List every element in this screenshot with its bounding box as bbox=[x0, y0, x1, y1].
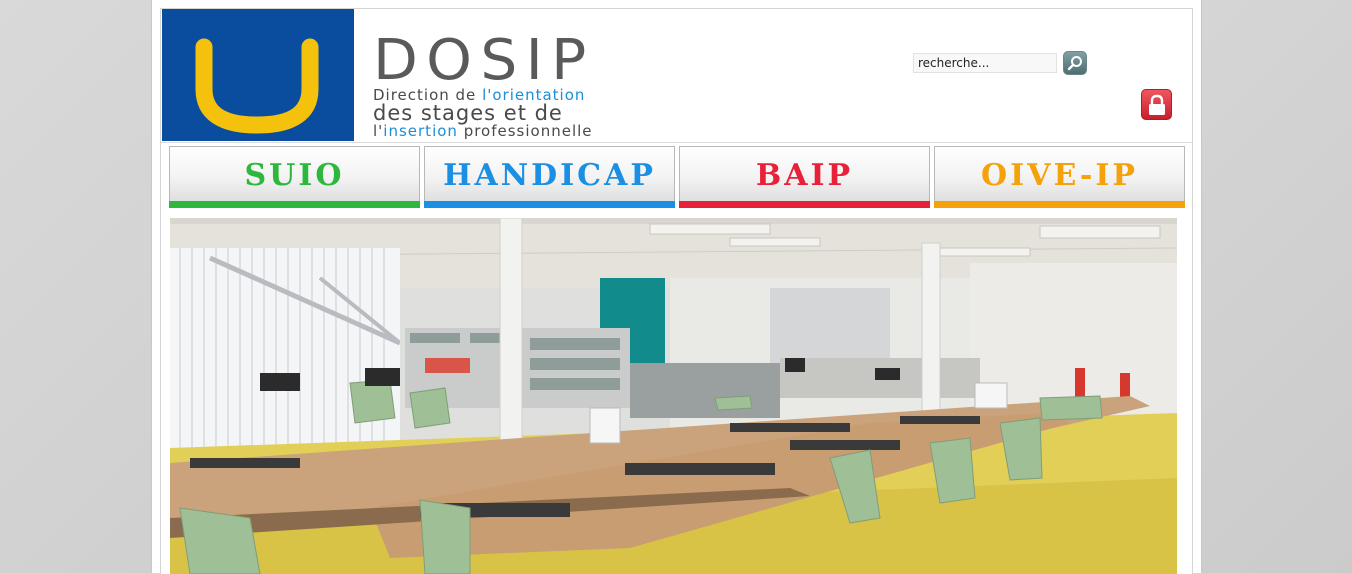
brand-line-3-suffix: professionnelle bbox=[457, 122, 593, 140]
lock-icon bbox=[1149, 94, 1165, 115]
brand-line-3-accent: insertion bbox=[383, 122, 458, 140]
brand-title: DOSIP bbox=[373, 28, 595, 93]
tab-suio-underline bbox=[169, 201, 420, 208]
search-box bbox=[913, 51, 1093, 75]
tab-suio-label: SUIO bbox=[244, 158, 345, 193]
tab-handicap-underline bbox=[424, 201, 675, 208]
login-button[interactable] bbox=[1141, 89, 1172, 120]
main-navigation: SUIO HANDICAP BAIP OIVE-IP bbox=[169, 146, 1188, 209]
tab-oive-ip-label: OIVE-IP bbox=[981, 158, 1138, 193]
tab-oive-ip-underline bbox=[934, 201, 1185, 208]
brand-line-2: des stages et de bbox=[373, 101, 563, 125]
tab-handicap-label: HANDICAP bbox=[443, 158, 656, 193]
tab-suio[interactable]: SUIO bbox=[169, 146, 420, 208]
banner-photo bbox=[170, 218, 1177, 574]
tab-baip-underline bbox=[679, 201, 930, 208]
site-header: DOSIP Direction de l'orientation des sta… bbox=[161, 9, 1192, 143]
content-frame: DOSIP Direction de l'orientation des sta… bbox=[160, 8, 1193, 574]
dosip-brand[interactable]: DOSIP Direction de l'orientation des sta… bbox=[373, 31, 713, 141]
search-input[interactable] bbox=[913, 53, 1057, 73]
page-container: DOSIP Direction de l'orientation des sta… bbox=[151, 0, 1202, 574]
tab-handicap[interactable]: HANDICAP bbox=[424, 146, 675, 208]
tab-oive-ip[interactable]: OIVE-IP bbox=[934, 146, 1185, 208]
search-button[interactable] bbox=[1063, 51, 1087, 75]
brand-subtitle: Direction de l'orientation des stages et… bbox=[373, 88, 713, 140]
office-room-photo bbox=[170, 218, 1177, 574]
u-logo-icon bbox=[195, 38, 319, 134]
tab-baip[interactable]: BAIP bbox=[679, 146, 930, 208]
search-icon bbox=[1067, 56, 1082, 71]
brand-line-3-prefix: l' bbox=[373, 122, 384, 140]
tab-baip-label: BAIP bbox=[755, 158, 854, 193]
university-logo[interactable] bbox=[162, 9, 354, 141]
brand-line-3: l'insertion professionnelle bbox=[373, 123, 713, 139]
